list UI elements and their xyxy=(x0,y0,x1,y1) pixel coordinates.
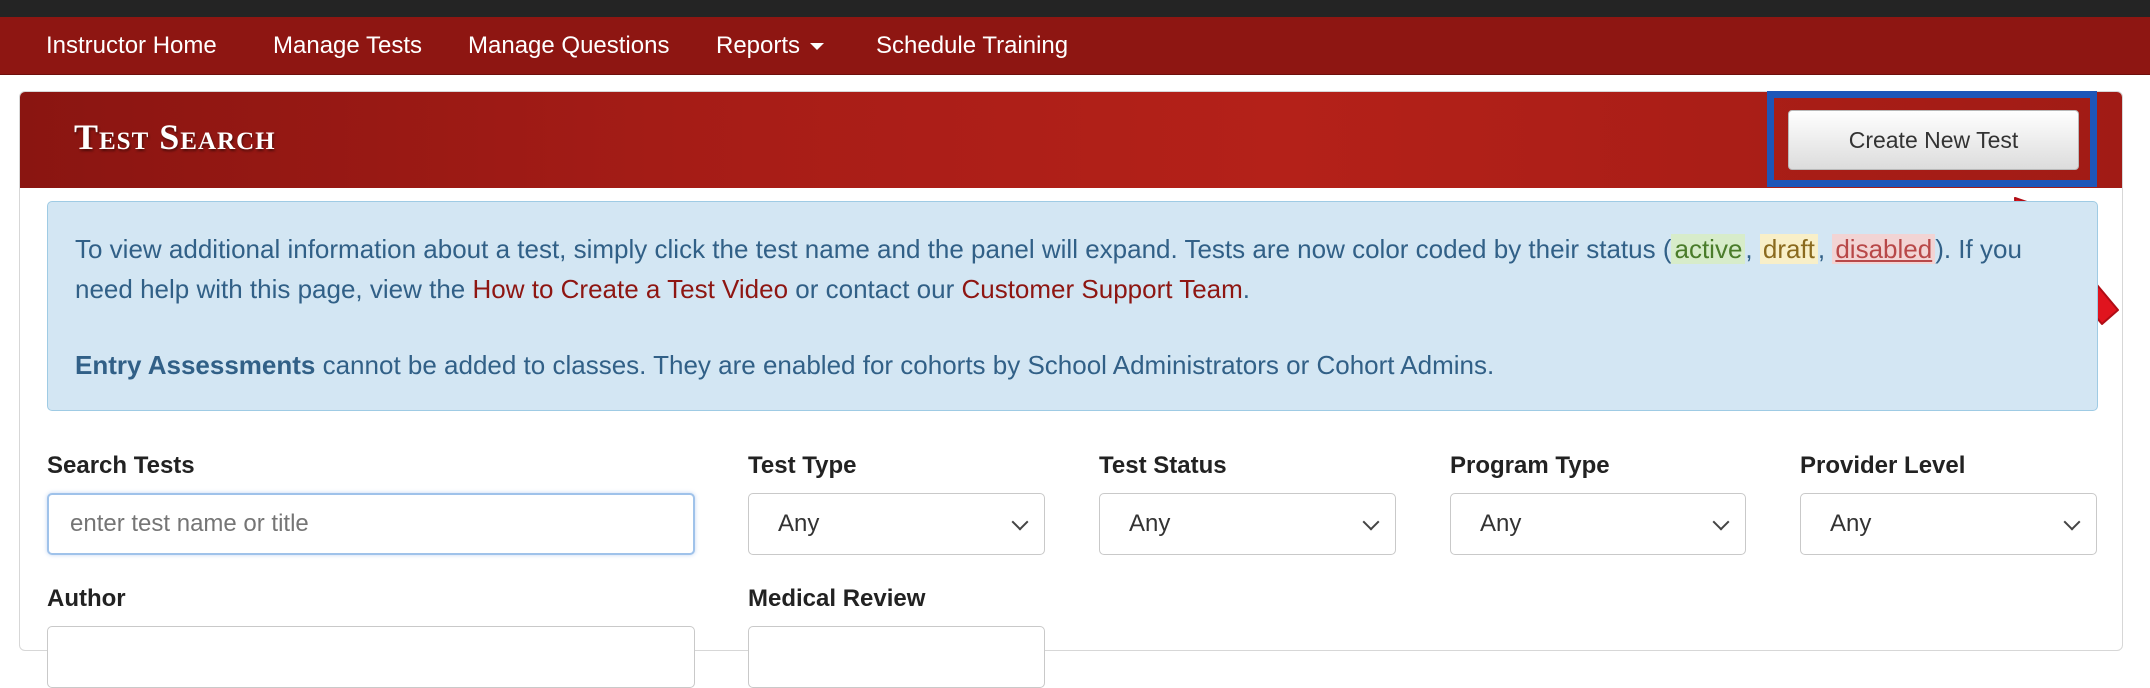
test-status-label: Test Status xyxy=(1099,452,1227,479)
chevron-down-icon xyxy=(2063,513,2081,531)
test-type-label: Test Type xyxy=(748,452,857,479)
nav-instructor-home[interactable]: Instructor Home xyxy=(46,17,217,75)
info-separator: , xyxy=(1817,234,1833,264)
nav-manage-tests[interactable]: Manage Tests xyxy=(273,17,422,75)
chevron-down-icon xyxy=(1362,513,1380,531)
author-select[interactable] xyxy=(47,626,695,688)
status-badge-disabled: disabled xyxy=(1832,234,1936,264)
entry-assessments-label: Entry Assessments xyxy=(75,350,316,380)
medical-review-select[interactable] xyxy=(748,626,1045,688)
test-status-value: Any xyxy=(1129,510,1171,537)
test-type-select[interactable]: Any xyxy=(748,493,1045,555)
author-label: Author xyxy=(47,585,126,612)
provider-level-select[interactable]: Any xyxy=(1800,493,2097,555)
info-alert: To view additional information about a t… xyxy=(47,201,2098,411)
info-text: or contact our xyxy=(788,274,962,304)
nav-schedule-training[interactable]: Schedule Training xyxy=(876,17,1068,75)
program-type-value: Any xyxy=(1480,510,1522,537)
status-badge-active: active xyxy=(1671,234,1746,264)
info-text: cannot be added to classes. They are ena… xyxy=(315,350,1495,380)
nav-manage-questions[interactable]: Manage Questions xyxy=(468,17,669,75)
provider-level-value: Any xyxy=(1830,510,1872,537)
page-title: Test Search xyxy=(74,117,276,157)
status-badge-draft: draft xyxy=(1759,234,1818,264)
info-paragraph: To view additional information about a t… xyxy=(75,229,2035,309)
provider-level-label: Provider Level xyxy=(1800,452,1966,479)
nav-reports-label: Reports xyxy=(716,32,801,59)
chevron-down-icon xyxy=(1712,513,1730,531)
test-type-value: Any xyxy=(778,510,820,537)
customer-support-link[interactable]: Customer Support Team xyxy=(961,274,1242,304)
caret-down-icon xyxy=(810,43,825,51)
entry-assessments-note: Entry Assessments cannot be added to cla… xyxy=(75,345,2035,385)
info-separator: , xyxy=(1745,234,1760,264)
search-tests-label: Search Tests xyxy=(47,452,195,479)
chevron-down-icon xyxy=(1011,513,1029,531)
program-type-select[interactable]: Any xyxy=(1450,493,1746,555)
nav-reports[interactable]: Reports xyxy=(716,17,825,75)
info-text: . xyxy=(1242,274,1251,304)
test-status-select[interactable]: Any xyxy=(1099,493,1396,555)
info-text: To view additional information about a t… xyxy=(75,234,1672,264)
annotation-highlight-box xyxy=(1767,91,2097,187)
main-navbar: Instructor Home Manage Tests Manage Ques… xyxy=(0,17,2150,75)
how-to-create-test-video-link[interactable]: How to Create a Test Video xyxy=(472,274,788,304)
program-type-label: Program Type xyxy=(1450,452,1610,479)
search-tests-input[interactable] xyxy=(47,493,695,555)
top-utility-bar xyxy=(0,0,2150,17)
medical-review-label: Medical Review xyxy=(748,585,926,612)
